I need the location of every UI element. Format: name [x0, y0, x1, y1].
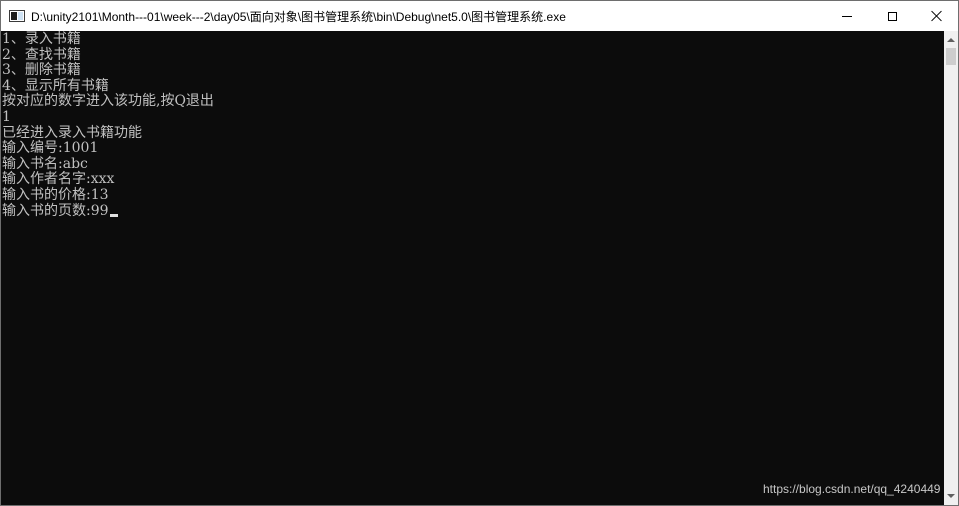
- console-line-text: 输入书的页数:99: [2, 202, 109, 219]
- console-line: 输入编号:1001: [2, 140, 99, 157]
- title-bar[interactable]: D:\unity2101\Month---01\week---2\day05\面…: [1, 1, 958, 31]
- close-icon: [931, 10, 943, 22]
- maximize-icon: [887, 11, 897, 21]
- window-title: D:\unity2101\Month---01\week---2\day05\面…: [31, 9, 566, 24]
- close-button[interactable]: [914, 1, 959, 31]
- vertical-scrollbar[interactable]: [944, 31, 958, 505]
- console-output-area[interactable]: 1、录入书籍 2、查找书籍 3、删除书籍 4、显示所有书籍 按对应的数字进入该功…: [1, 31, 944, 505]
- maximize-button[interactable]: [869, 1, 915, 31]
- minimize-icon: [842, 15, 852, 17]
- console-lines: 1、录入书籍 2、查找书籍 3、删除书籍 4、显示所有书籍 按对应的数字进入该功…: [2, 31, 214, 220]
- console-input-line[interactable]: 输入书的页数:99: [2, 202, 214, 220]
- console-line: 1: [2, 108, 11, 125]
- scroll-up-button[interactable]: [944, 33, 958, 47]
- console-line: 按对应的数字进入该功能,按Q退出: [2, 93, 214, 110]
- scroll-down-button[interactable]: [944, 489, 958, 503]
- console-line: 2、查找书籍: [2, 46, 81, 63]
- arrow-up-icon: [947, 38, 955, 42]
- text-cursor: [109, 213, 118, 217]
- console-line: 输入书的价格:13: [2, 186, 109, 203]
- console-line: 输入书名:abc: [2, 155, 88, 172]
- console-line: 3、删除书籍: [2, 62, 81, 79]
- console-app-icon[interactable]: [9, 10, 25, 22]
- minimize-button[interactable]: [824, 1, 870, 31]
- console-line: 输入作者名字:xxx: [2, 171, 115, 188]
- console-window: D:\unity2101\Month---01\week---2\day05\面…: [0, 0, 959, 506]
- console-line: 已经进入录入书籍功能: [2, 124, 142, 141]
- arrow-down-icon: [947, 494, 955, 498]
- console-line: 1、录入书籍: [2, 31, 81, 47]
- scroll-thumb[interactable]: [946, 48, 956, 65]
- watermark-text: https://blog.csdn.net/qq_4240449: [763, 482, 941, 496]
